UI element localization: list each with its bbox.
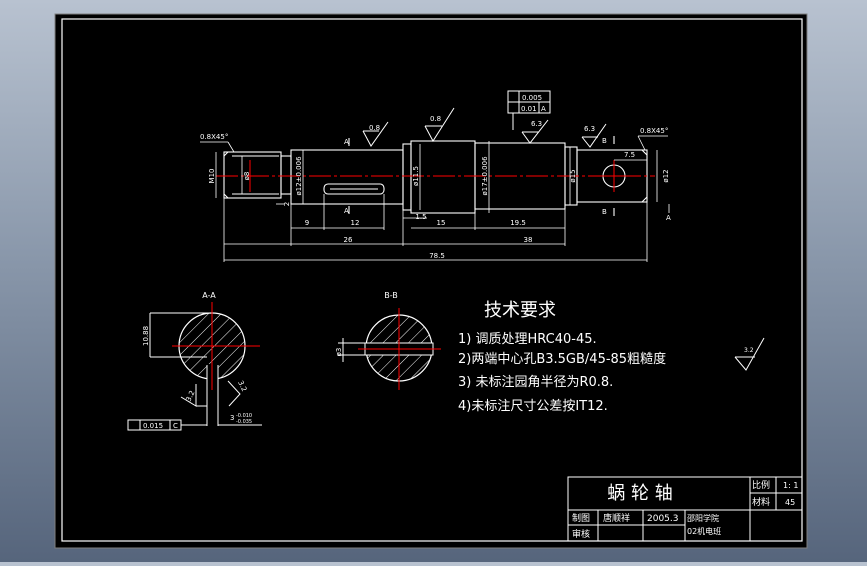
section-aa-sym-value: 0.015 — [143, 422, 163, 430]
dim-d17-tol: ø17±0.006 — [481, 156, 489, 196]
section-b-bottom-letter: B — [602, 208, 607, 216]
requirement-item-4: 4)未标注尺寸公差按IT12. — [458, 399, 608, 414]
dim-19-5: 19.5 — [510, 219, 526, 227]
requirement-item-1: 1) 调质处理HRC40-45. — [458, 332, 597, 347]
chamfer-right-label: 0.8X45° — [640, 127, 668, 135]
dim-9: 9 — [305, 219, 309, 227]
dim-m10: M10 — [208, 169, 216, 184]
dim-d11-5: ø11.5 — [412, 166, 420, 186]
dim-d12-tol: ø12±0.006 — [295, 156, 303, 196]
section-a-top-letter: A — [344, 138, 349, 146]
section-b-top-letter: B — [602, 137, 607, 145]
material-value: 45 — [785, 498, 795, 507]
dim-d12-right: ø12 — [662, 169, 670, 182]
tol-flat-value: 0.005 — [522, 94, 542, 102]
section-a-bottom-letter: A — [344, 207, 349, 215]
class-name: 02机电班 — [687, 526, 721, 536]
scale-value: 1: 1 — [783, 481, 798, 490]
school-name: 邵阳学院 — [687, 513, 719, 523]
section-aa-key-width: 3 — [230, 414, 234, 422]
tol-datum-letter: A — [541, 105, 546, 113]
check-label: 审核 — [572, 528, 590, 540]
requirements-title: 技术要求 — [484, 300, 556, 321]
part-name: 蜗 轮 轴 — [607, 483, 672, 504]
rough-08-a: 0.8 — [369, 124, 380, 132]
requirement-rough-value: 3.2 — [744, 347, 754, 354]
section-bb-title: B-B — [384, 291, 398, 300]
rough-08-b: 0.8 — [430, 115, 441, 123]
section-aa-tol-lower: -0.035 — [236, 419, 252, 425]
cad-drawing: 0.8X45° 0.8X45° M10 ø8 ø12±0.006 ø11.5 ø… — [54, 13, 808, 549]
dim-26: 26 — [344, 236, 353, 244]
requirement-item-2: 2)两端中心孔B3.5GB/45-85粗糙度 — [458, 351, 666, 367]
scale-label: 比例 — [752, 479, 770, 491]
dim-38: 38 — [524, 236, 533, 244]
dim-12: 12 — [351, 219, 360, 227]
tol-runout-value: 0.01 — [521, 105, 537, 113]
dim-7-5: 7.5 — [624, 151, 635, 159]
dim-78-5: 78.5 — [429, 252, 445, 260]
drawn-label: 制图 — [572, 512, 590, 524]
dim-2: 2 — [283, 202, 291, 206]
drawn-name: 唐顺祥 — [603, 512, 630, 524]
chamfer-left-label: 0.8X45° — [200, 133, 228, 141]
dim-d8: ø8 — [243, 172, 251, 181]
rough-63-a: 6.3 — [531, 120, 542, 128]
drawing-viewport: 0.8X45° 0.8X45° M10 ø8 ø12±0.006 ø11.5 ø… — [0, 0, 867, 562]
material-label: 材料 — [752, 496, 770, 508]
section-aa-sym-datum: C — [173, 422, 178, 430]
section-bb-dim: ø3 — [335, 348, 343, 357]
datum-a-label: A — [666, 214, 671, 222]
requirement-item-3: 3) 未标注园角半径为R0.8. — [458, 375, 613, 390]
drawn-date: 2005.3 — [647, 514, 679, 524]
dim-15: 15 — [437, 219, 446, 227]
rough-63-b: 6.3 — [584, 125, 595, 133]
section-aa-dim: 10.88 — [142, 326, 150, 346]
dim-d15: ø15 — [569, 169, 577, 182]
drawing-sheet — [54, 13, 808, 549]
dim-1-5: 1.5 — [415, 213, 426, 221]
section-aa-title: A-A — [202, 291, 216, 300]
